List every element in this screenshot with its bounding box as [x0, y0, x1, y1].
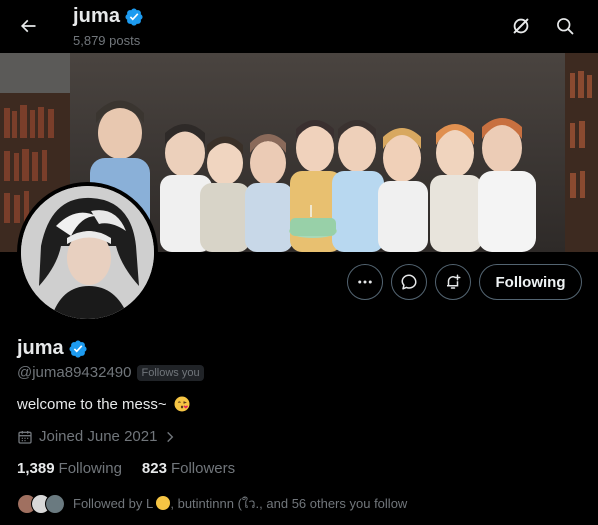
followers-label: Followers [170, 460, 236, 477]
followed-by-suffix: , butintinnn (ใว., and 56 others you fol… [170, 496, 408, 511]
header-posts-count: 5,879 posts [73, 33, 141, 48]
message-button[interactable] [391, 264, 427, 300]
notify-button[interactable] [435, 264, 471, 300]
following-button[interactable]: Following [479, 264, 582, 300]
followed-by-avatars [17, 493, 65, 514]
grok-icon [513, 18, 529, 34]
search-icon [557, 18, 574, 35]
chevron-right-icon [167, 431, 174, 442]
joined-text: Joined June 2021 [39, 428, 158, 445]
followed-by[interactable]: Followed by L , butintinnn (ใว., and 56 … [17, 493, 407, 514]
following-label: Following [58, 460, 122, 477]
calendar-icon [18, 430, 32, 444]
top-bar: juma 5,879 posts [0, 0, 598, 53]
mini-avatar [45, 493, 65, 514]
header-name-row: juma [73, 5, 144, 28]
follows-you-badge: Follows you [137, 364, 204, 381]
more-options-button[interactable] [347, 264, 383, 300]
followed-by-text: Followed by L , butintinnn (ใว., and 56 … [73, 493, 407, 514]
followers-count: 823 [141, 460, 167, 477]
notification-bell-icon [447, 274, 461, 289]
yellow-circle-emoji-icon [156, 496, 171, 510]
back-arrow-icon [20, 19, 36, 33]
message-icon [401, 274, 417, 290]
joined-date[interactable]: Joined June 2021 [17, 428, 177, 445]
header-name: juma [73, 5, 121, 27]
profile-name-row: juma [17, 337, 88, 360]
bio-text: welcome to the mess~ [17, 395, 167, 413]
avatar-image [21, 186, 154, 319]
verified-badge-icon [125, 7, 143, 26]
profile-avatar[interactable] [17, 182, 158, 323]
grok-button[interactable] [505, 10, 537, 42]
display-name: juma [17, 337, 64, 359]
followed-by-prefix: Followed by L [73, 496, 153, 511]
search-button[interactable] [549, 10, 581, 42]
following-stat[interactable]: 1,389 Following [17, 460, 122, 477]
more-icon [358, 280, 372, 284]
handle-row: @juma89432490 Follows you [17, 364, 204, 381]
follow-stats: 1,389 Following 823 Followers [17, 460, 235, 477]
kissing-face-emoji-icon [174, 396, 190, 412]
handle: @juma89432490 [17, 364, 132, 381]
bio: welcome to the mess~ [17, 395, 191, 413]
followers-stat[interactable]: 823 Followers [142, 460, 235, 477]
verified-badge-icon[interactable] [68, 339, 88, 359]
back-button[interactable] [10, 8, 46, 44]
following-count: 1,389 [17, 460, 55, 477]
